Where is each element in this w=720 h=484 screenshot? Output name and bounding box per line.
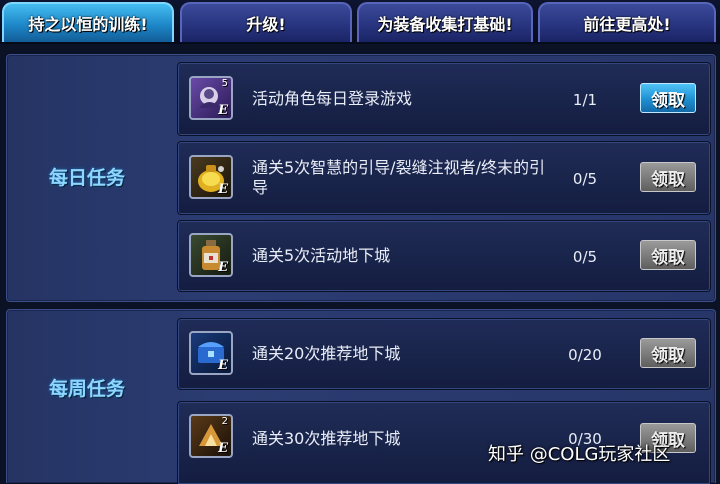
icon-grade-label: E (218, 103, 228, 118)
potion-bottle-icon: E (189, 233, 233, 277)
quest-row: E 通关5次活动地下城 0/5 领取 (177, 220, 711, 292)
icon-grade-label: E (218, 441, 228, 456)
tab-go-higher[interactable]: 前往更高处! (538, 2, 716, 42)
icon-grade-label: E (218, 260, 228, 275)
claim-button[interactable]: 领取 (640, 162, 696, 192)
daily-quests-title: 每日任务 (48, 167, 125, 189)
quest-description: 通关5次活动地下城 (252, 246, 391, 265)
icon-grade-label: E (218, 358, 228, 373)
watermark-text: 知乎 @COLG玩家社区 (488, 444, 671, 465)
golden-box-icon: 2 E (189, 414, 233, 458)
quest-description: 活动角色每日登录游戏 (252, 89, 413, 108)
tab-training[interactable]: 持之以恒的训练! (2, 2, 174, 42)
quest-progress: 1/1 (572, 91, 598, 109)
quest-progress: 0/5 (572, 248, 598, 266)
gold-pouch-icon: E (189, 155, 233, 199)
quest-row: E 通关5次智慧的引导/裂缝注视者/终末的引导 0/5 领取 (177, 141, 711, 215)
quest-description: 通关5次智慧的引导/裂缝注视者/终末的引导 (252, 158, 545, 197)
tab-level-up[interactable]: 升级! (180, 2, 352, 42)
claim-button[interactable]: 领取 (640, 338, 696, 368)
quest-progress: 0/20 (568, 346, 602, 364)
claim-button[interactable]: 领取 (640, 83, 696, 113)
quest-progress: 0/5 (572, 170, 598, 188)
quest-description: 通关20次推荐地下城 (252, 344, 401, 363)
quest-row: E 通关20次推荐地下城 0/20 领取 (177, 318, 711, 390)
character-portrait-icon: 5 E (189, 76, 233, 120)
icon-count-badge: 5 (221, 78, 228, 89)
weekly-quests-title: 每周任务 (48, 378, 125, 400)
tab-equipment-foundation[interactable]: 为装备收集打基础! (357, 2, 533, 42)
icon-grade-label: E (218, 182, 228, 197)
tab-bar: 持之以恒的训练! 升级! 为装备收集打基础! 前往更高处! (0, 0, 720, 44)
icon-count-badge: 2 (221, 416, 228, 427)
blue-chest-icon: E (189, 331, 233, 375)
claim-button[interactable]: 领取 (640, 240, 696, 270)
quest-row: 5 E 活动角色每日登录游戏 1/1 领取 (177, 62, 711, 136)
daily-quests-section: 每日任务 5 E 活动角色每日登录游戏 1/1 领取 E 通关5次智慧的引导/裂… (6, 54, 716, 302)
